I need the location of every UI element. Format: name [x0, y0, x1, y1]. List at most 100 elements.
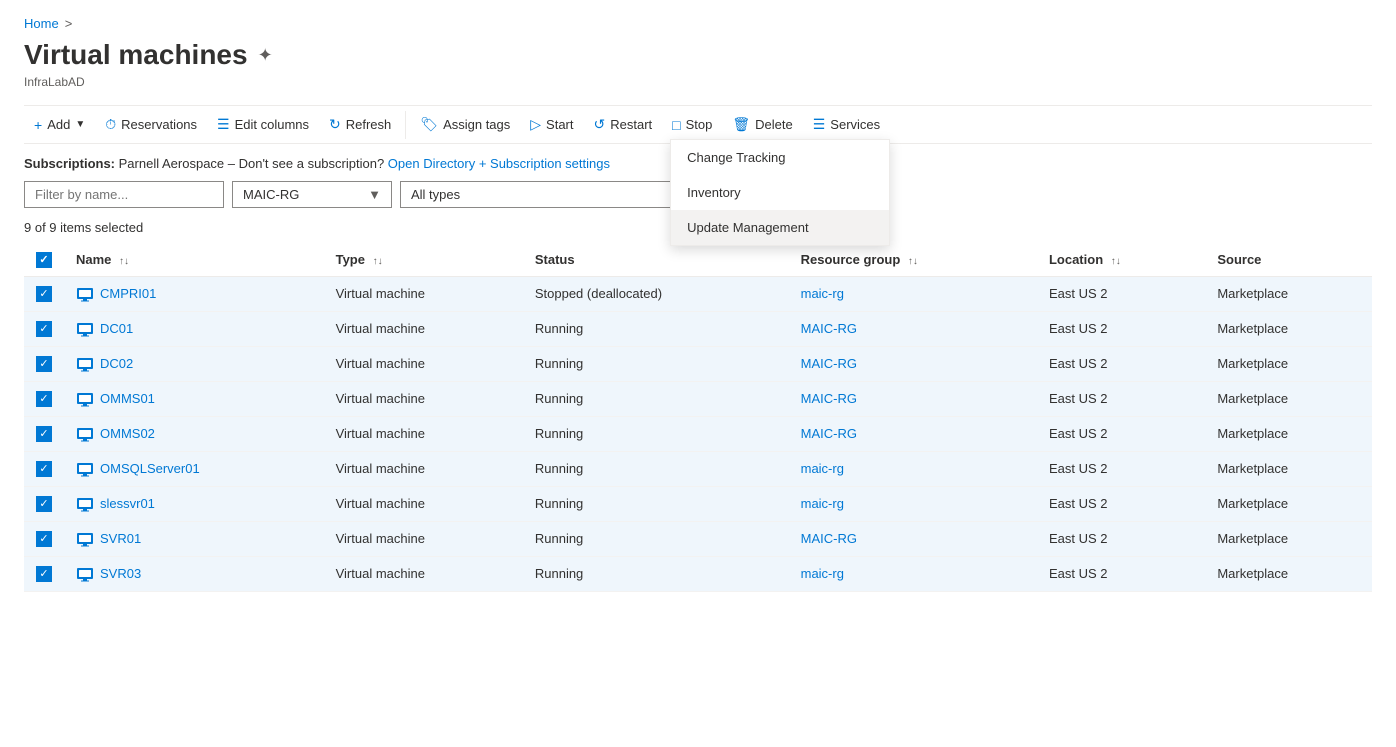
- row-checkbox-3[interactable]: ✓: [36, 391, 52, 407]
- assign-tags-button[interactable]: 🏷 Assign tags: [410, 110, 520, 139]
- type-cell-3: Virtual machine: [324, 381, 523, 416]
- stop-icon: □: [672, 117, 680, 133]
- dropdown-item-change-tracking[interactable]: Change Tracking: [671, 140, 889, 175]
- rg-link-2[interactable]: MAIC-RG: [801, 356, 857, 371]
- services-label: Services: [830, 117, 880, 132]
- vm-name-link-1[interactable]: DC01: [100, 321, 133, 336]
- vm-name-link-4[interactable]: OMMS02: [100, 426, 155, 441]
- source-cell-2: Marketplace: [1205, 346, 1372, 381]
- location-cell-0: East US 2: [1037, 276, 1205, 311]
- vm-name-link-2[interactable]: DC02: [100, 356, 133, 371]
- row-checkbox-0[interactable]: ✓: [36, 286, 52, 302]
- row-checkbox-4[interactable]: ✓: [36, 426, 52, 442]
- vm-table-body: ✓CMPRI01Virtual machineStopped (dealloca…: [24, 276, 1372, 591]
- add-button[interactable]: + Add ▼: [24, 111, 95, 139]
- refresh-label: Refresh: [346, 117, 392, 132]
- rg-link-6[interactable]: maic-rg: [801, 496, 844, 511]
- select-all-check-icon: ✓: [39, 253, 48, 266]
- row-checkbox-8[interactable]: ✓: [36, 566, 52, 582]
- breadcrumb-separator: >: [65, 16, 73, 31]
- row-checkbox-2[interactable]: ✓: [36, 356, 52, 372]
- page-title: Virtual machines: [24, 39, 248, 71]
- resource-group-column-label: Resource group: [801, 252, 901, 267]
- row-checkbox-7[interactable]: ✓: [36, 531, 52, 547]
- services-button[interactable]: ☰ Services: [803, 110, 890, 139]
- reservations-button[interactable]: ⏱ Reservations: [95, 110, 207, 139]
- location-sort-icon: ↑↓: [1111, 256, 1121, 267]
- vm-icon-2: [76, 355, 94, 373]
- resource-group-value: MAIC-RG: [243, 187, 299, 202]
- name-column-header[interactable]: Name ↑↓: [64, 243, 324, 276]
- rg-link-3[interactable]: MAIC-RG: [801, 391, 857, 406]
- row-checkbox-1[interactable]: ✓: [36, 321, 52, 337]
- vm-name-link-8[interactable]: SVR03: [100, 566, 141, 581]
- check-icon: ✓: [39, 357, 48, 370]
- restart-button[interactable]: ↺ Restart: [584, 110, 663, 139]
- table-row: ✓SVR03Virtual machineRunningmaic-rgEast …: [24, 556, 1372, 591]
- refresh-button[interactable]: ↻ Refresh: [319, 110, 401, 139]
- rg-link-1[interactable]: MAIC-RG: [801, 321, 857, 336]
- source-cell-1: Marketplace: [1205, 311, 1372, 346]
- vm-name-link-7[interactable]: SVR01: [100, 531, 141, 546]
- dropdown-item-inventory[interactable]: Inventory: [671, 175, 889, 210]
- stop-label: Stop: [686, 117, 713, 132]
- rg-link-8[interactable]: maic-rg: [801, 566, 844, 581]
- resource-group-column-header[interactable]: Resource group ↑↓: [789, 243, 1037, 276]
- assign-tags-icon: 🏷: [420, 116, 438, 133]
- breadcrumb-home[interactable]: Home: [24, 16, 59, 31]
- status-cell-3: Running: [523, 381, 789, 416]
- table-row: ✓OMMS02Virtual machineRunningMAIC-RGEast…: [24, 416, 1372, 451]
- vm-icon-7: [76, 530, 94, 548]
- rg-link-4[interactable]: MAIC-RG: [801, 426, 857, 441]
- page-subtitle: InfraLabAD: [24, 75, 1372, 89]
- status-column-label: Status: [535, 252, 575, 267]
- source-cell-3: Marketplace: [1205, 381, 1372, 416]
- check-icon: ✓: [39, 427, 48, 440]
- vm-name-link-3[interactable]: OMMS01: [100, 391, 155, 406]
- type-column-label: Type: [336, 252, 365, 267]
- vm-icon-5: [76, 460, 94, 478]
- location-cell-1: East US 2: [1037, 311, 1205, 346]
- check-icon: ✓: [39, 497, 48, 510]
- check-icon: ✓: [39, 287, 48, 300]
- dropdown-item-update-management[interactable]: Update Management: [671, 210, 889, 245]
- location-cell-7: East US 2: [1037, 521, 1205, 556]
- type-cell-5: Virtual machine: [324, 451, 523, 486]
- type-cell-0: Virtual machine: [324, 276, 523, 311]
- start-button[interactable]: ▷ Start: [520, 110, 583, 139]
- type-cell-4: Virtual machine: [324, 416, 523, 451]
- type-filter-value: All types: [411, 187, 460, 202]
- pin-icon[interactable]: ✦: [258, 45, 273, 66]
- type-column-header[interactable]: Type ↑↓: [324, 243, 523, 276]
- resource-group-filter[interactable]: MAIC-RG ▼: [232, 181, 392, 208]
- table-row: ✓SVR01Virtual machineRunningMAIC-RGEast …: [24, 521, 1372, 556]
- add-chevron-icon: ▼: [75, 119, 85, 130]
- source-cell-0: Marketplace: [1205, 276, 1372, 311]
- location-cell-4: East US 2: [1037, 416, 1205, 451]
- row-checkbox-5[interactable]: ✓: [36, 461, 52, 477]
- breadcrumb: Home >: [24, 16, 1372, 31]
- restart-icon: ↺: [594, 116, 606, 133]
- rg-link-0[interactable]: maic-rg: [801, 286, 844, 301]
- stop-button[interactable]: □ Stop: [662, 111, 722, 139]
- vm-name-link-6[interactable]: slessvr01: [100, 496, 155, 511]
- vm-name-link-0[interactable]: CMPRI01: [100, 286, 156, 301]
- assign-tags-label: Assign tags: [443, 117, 510, 132]
- rg-link-5[interactable]: maic-rg: [801, 461, 844, 476]
- toolbar-divider-1: [405, 111, 406, 139]
- row-checkbox-6[interactable]: ✓: [36, 496, 52, 512]
- source-cell-4: Marketplace: [1205, 416, 1372, 451]
- edit-columns-button[interactable]: ☰ Edit columns: [207, 110, 319, 139]
- select-all-checkbox[interactable]: ✓: [36, 252, 52, 268]
- open-directory-link[interactable]: Open Directory + Subscription settings: [388, 156, 610, 171]
- subscription-org: Parnell Aerospace – Don't see a subscrip…: [119, 156, 385, 171]
- name-filter-input[interactable]: [24, 181, 224, 208]
- delete-button[interactable]: 🗑 Delete: [722, 110, 802, 139]
- location-column-header[interactable]: Location ↑↓: [1037, 243, 1205, 276]
- vm-icon-1: [76, 320, 94, 338]
- type-filter[interactable]: All types ▼: [400, 181, 700, 208]
- rg-link-7[interactable]: MAIC-RG: [801, 531, 857, 546]
- vm-name-link-5[interactable]: OMSQLServer01: [100, 461, 200, 476]
- vm-icon-0: [76, 285, 94, 303]
- vm-icon-8: [76, 565, 94, 583]
